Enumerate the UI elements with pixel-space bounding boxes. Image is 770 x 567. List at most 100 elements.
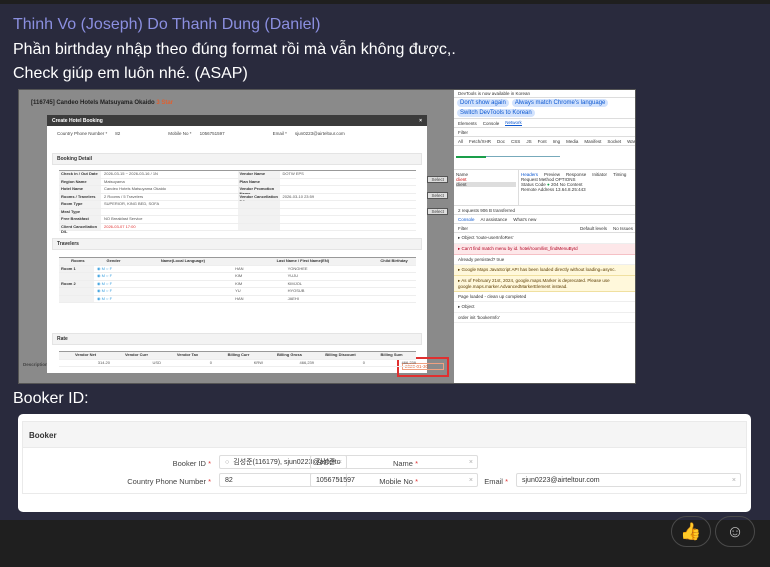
detail-tab: Initiator	[592, 172, 608, 177]
booking-detail-table: Check in / Out Date 2026-03-15 ~ 2026-03-…	[59, 170, 417, 234]
cell	[280, 201, 417, 208]
clear-icon: ×	[731, 476, 736, 484]
cell: Billing Sum	[365, 352, 416, 359]
sender-name[interactable]: Thinh Vo (Joseph) Do Thanh Dung (Daniel)	[13, 16, 320, 34]
cell: YU	[235, 288, 241, 293]
cell: JAEHI	[287, 295, 299, 301]
cell: Rooms / Travelers	[59, 193, 101, 200]
table-row: Free Breakfast NO Breakfast Service	[59, 216, 416, 224]
filter-type: All	[458, 138, 464, 144]
cell: Last Name / First Name(EN)	[233, 258, 371, 265]
table-row: Room Type SUPERIOR, KING BED, SOFA	[59, 201, 416, 209]
cell: Region Name	[59, 178, 101, 185]
close-icon[interactable]: ×	[419, 118, 422, 124]
log-entry: order init 'bookerInfo'	[454, 313, 635, 323]
gender-radio: ◉ M ○ F	[97, 288, 113, 293]
cell: Vendor Cancellation D/L	[237, 193, 280, 204]
add-reaction-button[interactable]: ☺	[715, 516, 755, 547]
rate-table: Vendor Net Vendor Curr Vendor Tax Billing C…	[59, 351, 416, 367]
cell: HAN	[235, 295, 244, 301]
table-row: Check in / Out Date 2026-03-15 ~ 2026-03-…	[59, 171, 416, 179]
switch-devtools-korean-button[interactable]: Switch DevTools to Korean	[457, 109, 535, 117]
cell	[130, 266, 232, 273]
cell: 466,239	[299, 359, 314, 365]
match-chrome-language-button[interactable]: Always match Chrome's language	[511, 99, 609, 107]
emoji-add-icon: ☺	[726, 521, 744, 541]
cell	[237, 216, 280, 223]
cell: Billing Discount	[314, 352, 365, 359]
message-line: Phần birthday nhập theo đúng format rồi …	[13, 41, 456, 58]
chat-message: Thinh Vo (Joseph) Do Thanh Dung (Daniel)…	[0, 4, 770, 520]
clear-icon: ×	[468, 458, 473, 466]
cell: Vendor Tax	[161, 352, 212, 359]
cell	[59, 273, 95, 280]
cell: 466,239	[401, 359, 416, 365]
cell: Plan Name	[237, 178, 280, 185]
cell: Meal Type	[59, 208, 101, 215]
cell: KRW	[253, 359, 263, 365]
attached-screenshot-booker[interactable]: Booker Booker ID * ○ 김성준(116179), sjun022…	[18, 414, 751, 512]
table-row: ◉ M ○ F HAN JAEHI	[59, 295, 416, 303]
cell	[280, 216, 417, 223]
filter-type: Font	[537, 138, 547, 144]
cell: 2 Rooms / 5 Travelers	[104, 193, 144, 199]
cell: Check in / Out Date	[59, 171, 101, 178]
filter-type: Socket	[607, 138, 622, 144]
email-field[interactable]: sjun0223@airteltour.com ×	[516, 473, 741, 487]
cell: Room Type	[59, 201, 101, 208]
cell: Billing Curr	[212, 352, 263, 359]
detail-tab: Timing	[613, 172, 627, 177]
table-row: Meal Type	[59, 208, 417, 216]
cell: Billing Gross	[263, 352, 314, 359]
log-entry: ▸ Object 'route-userInfoRes'	[454, 233, 635, 244]
cell	[237, 208, 280, 215]
cell	[237, 201, 280, 208]
cell: HAN	[235, 265, 244, 271]
mobile-field[interactable]: 1056751597 ×	[310, 473, 478, 487]
thumbs-up-icon: 👍	[680, 521, 702, 541]
gender-radio: ◉ M ○ F	[97, 265, 113, 271]
table-row: Region Name Matsuyama Plan Name	[59, 178, 416, 186]
cell: 0	[209, 359, 212, 365]
create-hotel-booking-modal: Create Hotel Booking × Country Phone Numb…	[47, 115, 449, 377]
cell: 2026-03-07 17:00	[104, 223, 136, 229]
dont-show-again-button[interactable]: Don't show again	[457, 99, 509, 107]
filter-type: Wasm	[627, 138, 636, 144]
cell: Candeo Hotels Matsuyama Okaido	[104, 186, 167, 191]
cell: Room 1	[59, 265, 95, 272]
cell: Hotel Name	[59, 186, 101, 193]
cell: SUPERIOR, KING BED, SOFA	[104, 201, 160, 206]
cell: YUJU	[287, 273, 299, 278]
gender-radio: ◉ M ○ F	[97, 273, 113, 278]
cell: Client Cancellation D/L	[59, 223, 101, 234]
table-header: Rooms Gender Name(Local Language) Last Name…	[59, 258, 416, 266]
filter-type: Img	[552, 138, 561, 144]
log-entry: Already persisted? true	[454, 255, 635, 265]
reaction-like-button[interactable]: 👍	[671, 516, 711, 547]
cell	[130, 296, 232, 303]
search-icon: ○	[225, 458, 230, 466]
devtools-panel: DevTools is now available in Korean Don'…	[454, 90, 636, 383]
log-entry: ▸ As of February 21st, 2024, google.maps…	[454, 276, 635, 292]
cell	[280, 209, 417, 216]
name-field[interactable]: 김성준 ×	[310, 455, 478, 469]
filter-type: CSS	[511, 138, 521, 144]
cell: NO Breakfast Service	[104, 216, 143, 221]
table-row: Rooms / Travelers 2 Rooms / 5 Travelers Ve…	[59, 193, 416, 204]
cell: Matsuyama	[104, 178, 125, 184]
log-entry: ▸ Can't find match menu by id. hotel/roo…	[454, 244, 635, 255]
cell: Free Breakfast	[59, 216, 101, 223]
table-row: Room 2 ◉ M ○ F KIM KIMJOL	[59, 280, 416, 288]
attached-screenshot-booking[interactable]: [116745] Candeo Hotels Matsuyama Okaido …	[18, 89, 636, 384]
filter-type: Doc	[497, 138, 506, 144]
cell: HYOSUB	[287, 288, 305, 293]
table-row: ◉ M ○ F KIM YUJU	[59, 273, 416, 281]
message-line: Check giúp em luôn nhé. (ASAP)	[13, 65, 248, 82]
table-row: Room 1 ◉ M ○ F HAN YONGHEE	[59, 265, 416, 273]
cell: KIM	[235, 273, 243, 278]
cell: 314.20	[97, 359, 110, 365]
cell: Name(Local Language)	[130, 258, 234, 265]
booker-section-title: Booker	[22, 421, 747, 448]
cell: Vendor Name	[237, 171, 280, 178]
cell: Room 2	[59, 280, 95, 287]
